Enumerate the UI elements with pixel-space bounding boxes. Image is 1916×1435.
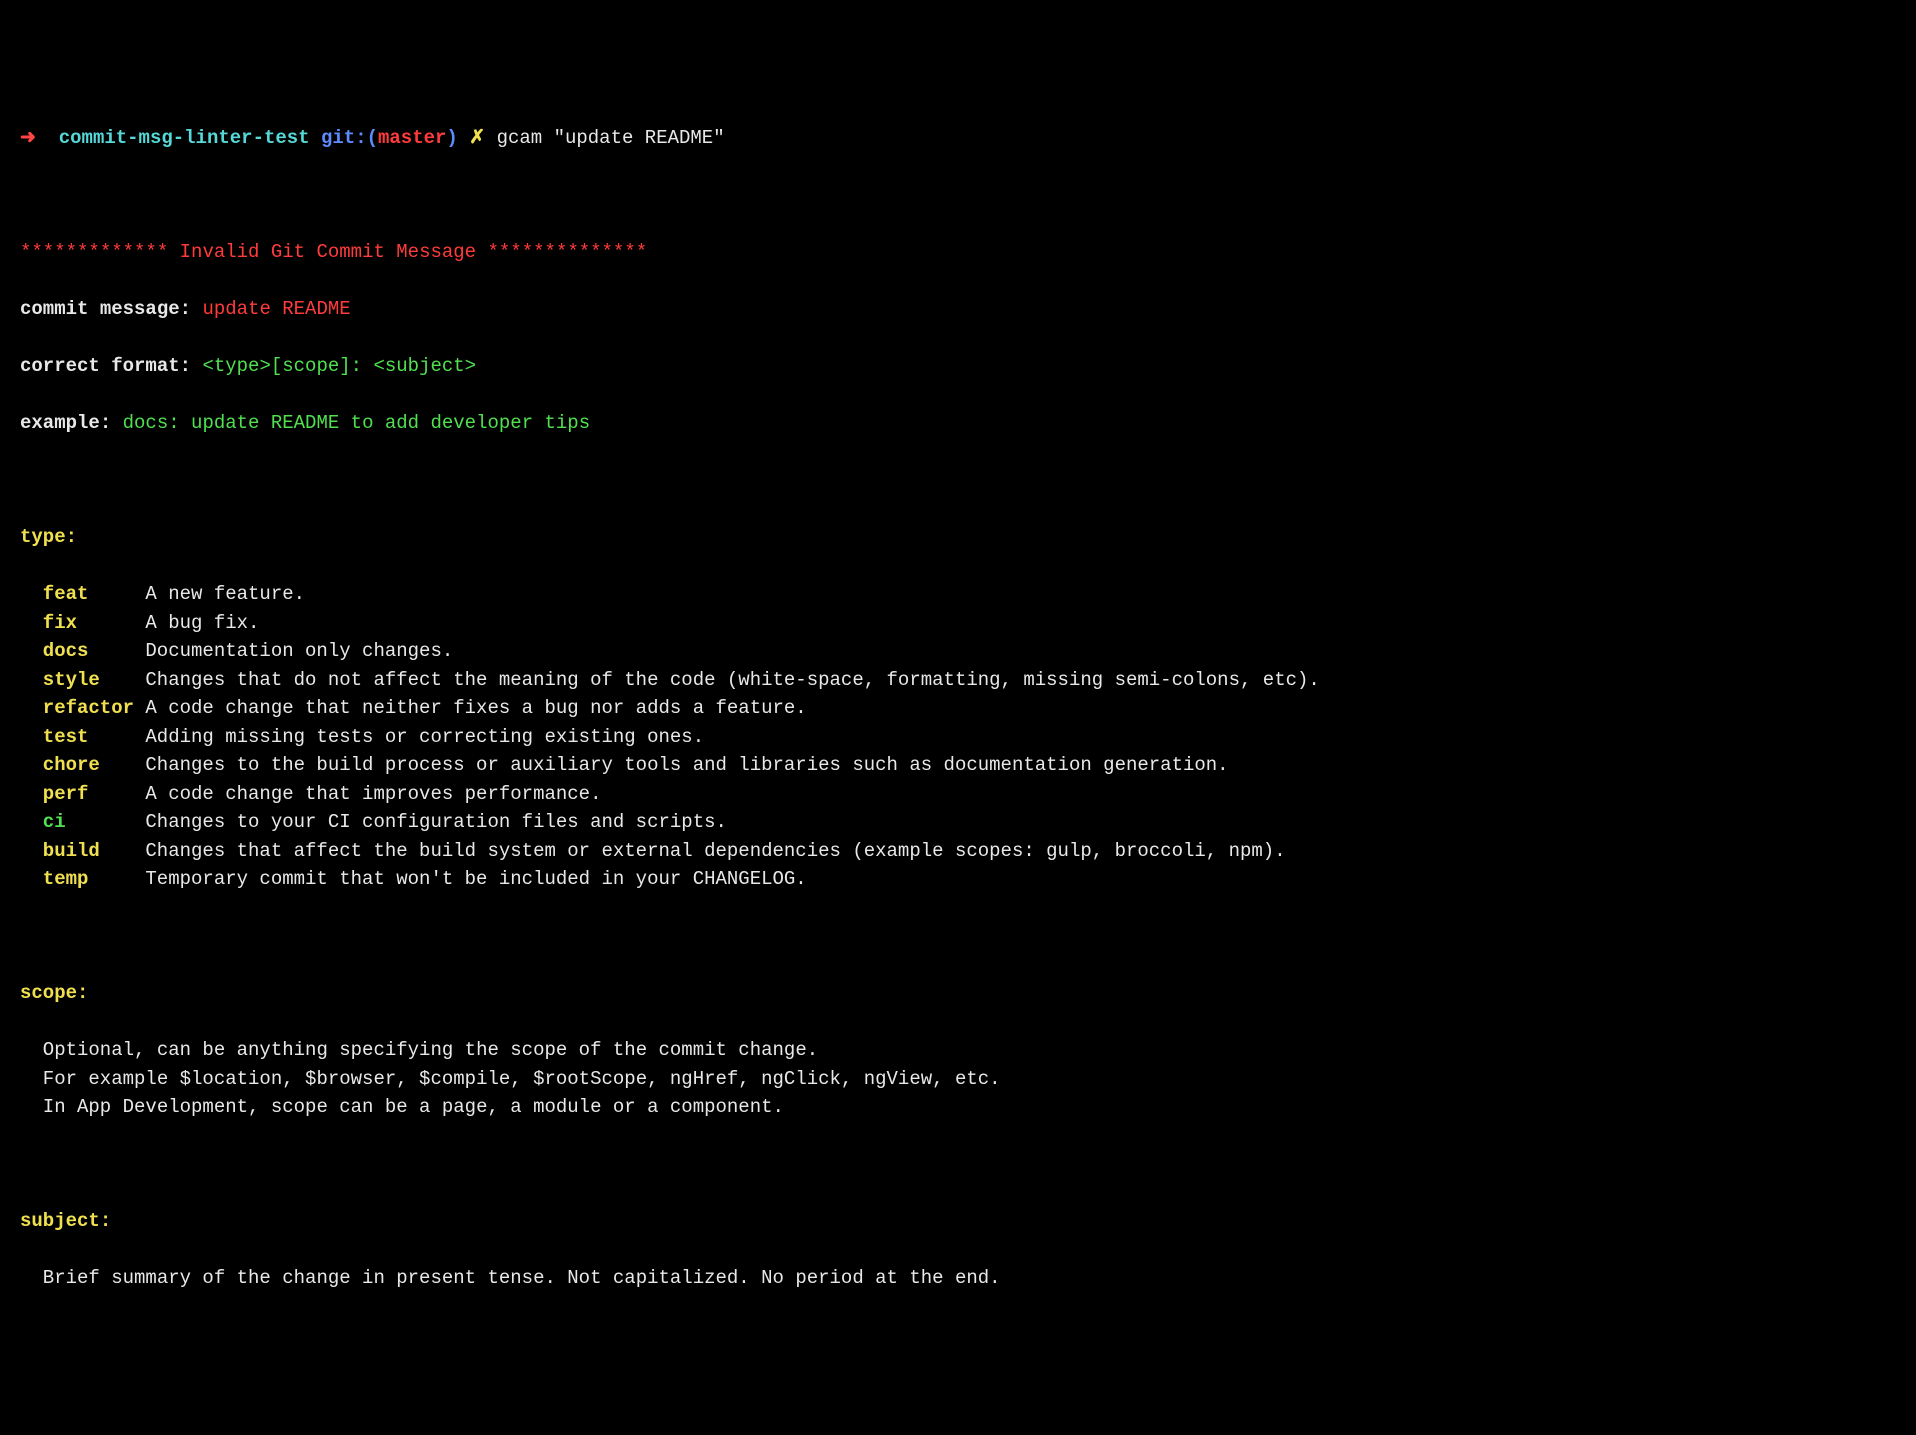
correct-format-line: correct format: <type>[scope]: <subject> <box>20 352 1896 381</box>
scope-line: Optional, can be anything specifying the… <box>20 1036 1896 1065</box>
type-row: styleChanges that do not affect the mean… <box>20 666 1896 695</box>
type-row: docsDocumentation only changes. <box>20 637 1896 666</box>
scope-header: scope: <box>20 979 1896 1008</box>
type-name: chore <box>43 751 146 780</box>
git-suffix: ) <box>446 127 457 149</box>
command-text: gcam "update README" <box>497 127 725 149</box>
type-name: style <box>43 666 146 695</box>
type-row: tempTemporary commit that won't be inclu… <box>20 865 1896 894</box>
type-desc: Temporary commit that won't be included … <box>145 868 806 890</box>
type-row: testAdding missing tests or correcting e… <box>20 723 1896 752</box>
prompt-line[interactable]: ➜ commit-msg-linter-test git:(master) ✗ … <box>20 124 1896 153</box>
type-name: ci <box>43 808 146 837</box>
type-name: docs <box>43 637 146 666</box>
type-header: type: <box>20 523 1896 552</box>
git-branch: master <box>378 127 446 149</box>
subject-line: Brief summary of the change in present t… <box>20 1264 1896 1293</box>
type-name: test <box>43 723 146 752</box>
banner-title: Invalid Git Commit Message <box>168 241 487 263</box>
blank-line <box>20 466 1896 495</box>
type-name: refactor <box>43 694 146 723</box>
type-row: choreChanges to the build process or aux… <box>20 751 1896 780</box>
type-row: fixA bug fix. <box>20 609 1896 638</box>
type-header-text: type: <box>20 526 77 548</box>
correct-format-value: <type>[scope]: <subject> <box>202 355 476 377</box>
blank-line <box>20 922 1896 951</box>
type-name: build <box>43 837 146 866</box>
scope-header-text: scope: <box>20 982 88 1004</box>
error-banner: ************* Invalid Git Commit Message… <box>20 238 1896 267</box>
type-desc: A code change that improves performance. <box>145 783 601 805</box>
scope-line: In App Development, scope can be a page,… <box>20 1093 1896 1122</box>
blank-line <box>20 181 1896 210</box>
commit-message-line: commit message: update README <box>20 295 1896 324</box>
type-name: perf <box>43 780 146 809</box>
type-row: featA new feature. <box>20 580 1896 609</box>
type-row: ciChanges to your CI configuration files… <box>20 808 1896 837</box>
type-desc: Changes that affect the build system or … <box>145 840 1285 862</box>
banner-stars-left: ************* <box>20 241 168 263</box>
subject-lines: Brief summary of the change in present t… <box>20 1264 1896 1293</box>
banner-stars-right: ************** <box>488 241 648 263</box>
subject-header: subject: <box>20 1207 1896 1236</box>
example-line: example: docs: update README to add deve… <box>20 409 1896 438</box>
type-desc: Adding missing tests or correcting exist… <box>145 726 704 748</box>
type-desc: A code change that neither fixes a bug n… <box>145 697 806 719</box>
example-label: example: <box>20 412 111 434</box>
type-desc: Changes that do not affect the meaning o… <box>145 669 1319 691</box>
type-row: refactorA code change that neither fixes… <box>20 694 1896 723</box>
subject-header-text: subject: <box>20 1210 111 1232</box>
dirty-icon: ✗ <box>469 127 485 149</box>
type-desc: Changes to your CI configuration files a… <box>145 811 727 833</box>
types-list: featA new feature.fixA bug fix.docsDocum… <box>20 580 1896 894</box>
type-name: fix <box>43 609 146 638</box>
type-name: temp <box>43 865 146 894</box>
blank-line <box>20 1150 1896 1179</box>
scope-line: For example $location, $browser, $compil… <box>20 1065 1896 1094</box>
type-row: perfA code change that improves performa… <box>20 780 1896 809</box>
type-desc: Documentation only changes. <box>145 640 453 662</box>
commit-message-value: update README <box>202 298 350 320</box>
prompt-arrow-icon: ➜ <box>20 127 36 149</box>
git-prefix: git:( <box>321 127 378 149</box>
commit-message-label: commit message: <box>20 298 191 320</box>
type-name: feat <box>43 580 146 609</box>
correct-format-label: correct format: <box>20 355 191 377</box>
prompt-directory: commit-msg-linter-test <box>59 127 310 149</box>
type-desc: A new feature. <box>145 583 305 605</box>
scope-lines: Optional, can be anything specifying the… <box>20 1036 1896 1122</box>
example-value: docs: update README to add developer tip… <box>123 412 590 434</box>
type-row: buildChanges that affect the build syste… <box>20 837 1896 866</box>
type-desc: Changes to the build process or auxiliar… <box>145 754 1228 776</box>
type-desc: A bug fix. <box>145 612 259 634</box>
